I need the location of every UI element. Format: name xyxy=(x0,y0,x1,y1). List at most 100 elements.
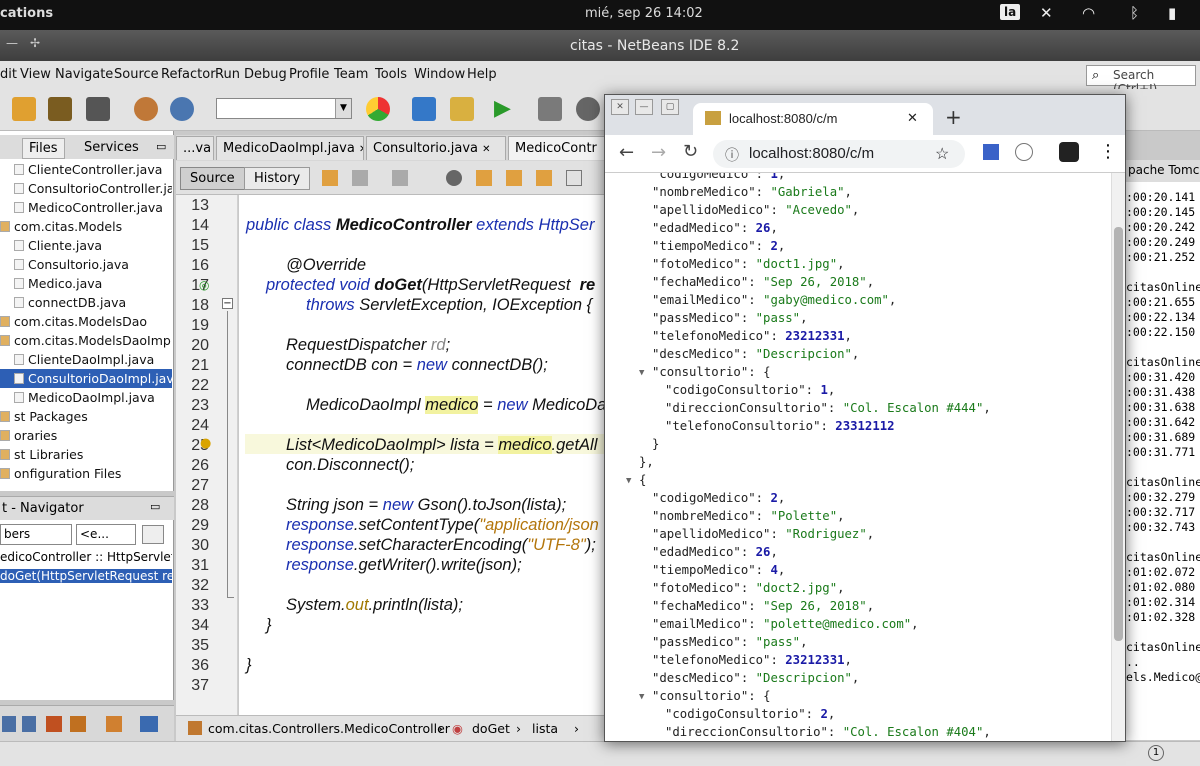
close-icon[interactable]: ✕ xyxy=(359,144,363,155)
menu-navigate[interactable]: Navigate xyxy=(55,67,113,82)
forward-icon[interactable]: → xyxy=(651,142,666,163)
redo-icon[interactable] xyxy=(170,97,194,121)
tree-item[interactable]: com.citas.Models xyxy=(0,217,172,236)
undo-icon[interactable] xyxy=(134,97,158,121)
tree-item[interactable]: MedicoDaoImpl.java xyxy=(0,388,172,407)
menu-run[interactable]: Run xyxy=(215,67,240,82)
tree-item[interactable]: Consultorio.java xyxy=(0,255,172,274)
override-marker-icon[interactable]: ◎ xyxy=(199,278,209,292)
address-bar[interactable]: ⓘ localhost:8080/c/m ☆ xyxy=(713,140,965,168)
keyboard-layout-indicator[interactable]: la xyxy=(1000,4,1021,20)
reload-icon[interactable]: ↻ xyxy=(683,141,698,162)
menu-team[interactable]: Team xyxy=(334,67,368,82)
find-previous-icon[interactable] xyxy=(476,170,492,186)
scrollbar-thumb[interactable] xyxy=(1114,227,1123,641)
minimize-icon[interactable]: ▭ xyxy=(150,138,172,155)
tree-item[interactable]: com.citas.ModelsDao xyxy=(0,312,172,331)
window-maximize-icon[interactable]: ▢ xyxy=(661,99,679,115)
editor-tab-medicodaoimpl[interactable]: MedicoDaoImpl.java ✕ xyxy=(216,136,364,160)
tree-item[interactable]: ConsultorioDaoImpl.java xyxy=(0,369,172,388)
profile-icon[interactable] xyxy=(576,97,600,121)
back-icon[interactable]: ← xyxy=(619,142,634,163)
collapse-toggle-icon[interactable]: ▼ xyxy=(639,692,644,702)
last-edit-icon[interactable] xyxy=(322,170,338,186)
extension-icon[interactable] xyxy=(1015,143,1033,161)
editor-tab[interactable]: ...va xyxy=(176,136,214,160)
collapse-toggle-icon[interactable]: ▼ xyxy=(639,368,644,378)
minimize-icon[interactable]: ▭ xyxy=(150,500,160,513)
navigator-options-icon[interactable] xyxy=(142,525,164,544)
breadcrumb-class[interactable]: com.citas.Controllers.MedicoController xyxy=(208,721,450,736)
new-tab-icon[interactable]: + xyxy=(945,105,962,129)
navigator-class-item[interactable]: edicoController :: HttpServlet xyxy=(0,550,172,564)
output-tab[interactable]: pache Tomca xyxy=(1124,160,1200,182)
notifications-off-icon[interactable]: ✕ xyxy=(1040,4,1053,22)
browser-tab[interactable]: localhost:8080/c/m ✕ xyxy=(693,103,933,135)
navigator-method-item[interactable]: doGet(HttpServletRequest req xyxy=(0,569,172,583)
window-close-icon[interactable]: ✕ xyxy=(611,99,629,115)
window-minimize-icon[interactable]: — xyxy=(635,99,653,115)
services-icon[interactable] xyxy=(106,716,122,732)
configuration-combo[interactable]: ▼ xyxy=(216,98,352,119)
tree-item[interactable]: MedicoController.java xyxy=(0,198,172,217)
menu-refactor[interactable]: Refactor xyxy=(161,67,216,82)
search-input[interactable]: Search (Ctrl+I) xyxy=(1086,65,1196,96)
menu-debug[interactable]: Debug xyxy=(244,67,287,82)
collapse-toggle-icon[interactable]: ▼ xyxy=(626,476,631,486)
tree-item[interactable]: ClienteController.java xyxy=(0,160,172,179)
run-icon[interactable]: ▶ xyxy=(494,97,518,121)
window-close-icon[interactable]: — xyxy=(6,36,18,50)
hint-bulb-icon[interactable]: ● xyxy=(200,436,211,451)
tree-item[interactable]: ClienteDaoImpl.java xyxy=(0,350,172,369)
clock[interactable]: mié, sep 26 14:02 xyxy=(585,6,703,21)
debug-icon[interactable] xyxy=(538,97,562,121)
breadcrumb-method[interactable]: doGet xyxy=(472,721,510,736)
find-next-icon[interactable] xyxy=(506,170,522,186)
editor-tab-medicocontroller[interactable]: MedicoContr xyxy=(508,136,606,160)
more-menu-icon[interactable]: ⋮ xyxy=(1099,141,1117,162)
tree-item[interactable]: connectDB.java xyxy=(0,293,172,312)
menu-help[interactable]: Help xyxy=(467,67,497,82)
extension-cube-icon[interactable] xyxy=(983,144,999,160)
battery-icon[interactable]: ▮ xyxy=(1168,4,1176,22)
fold-toggle-icon[interactable]: − xyxy=(222,298,233,309)
new-project-icon[interactable] xyxy=(12,97,36,121)
history-button[interactable]: History xyxy=(244,167,311,190)
menu-profile[interactable]: Profile xyxy=(289,67,329,82)
chrome-browser-icon[interactable] xyxy=(366,97,390,121)
window-resize-icon[interactable]: ✢ xyxy=(30,36,40,50)
bluetooth-icon[interactable]: ᛒ xyxy=(1130,4,1139,22)
window-icon[interactable] xyxy=(22,716,36,732)
tree-item[interactable]: ConsultorioController.java xyxy=(0,179,172,198)
scrollbar[interactable] xyxy=(1111,173,1125,741)
json-viewer[interactable]: "codigoMedico": 1, "nombreMedico": "Gabri… xyxy=(605,173,1111,741)
menu-view[interactable]: View xyxy=(20,67,51,82)
back-icon[interactable] xyxy=(352,170,368,186)
editor-tab-consultorio[interactable]: Consultorio.java ✕ xyxy=(366,136,506,160)
toggle-highlight-icon[interactable] xyxy=(536,170,552,186)
close-icon[interactable]: ✕ xyxy=(907,110,918,126)
avatar[interactable] xyxy=(1059,142,1079,162)
breadcrumb-variable[interactable]: lista xyxy=(532,721,558,736)
window-icon[interactable] xyxy=(2,716,16,732)
tree-item[interactable]: com.citas.ModelsDaoImpl xyxy=(0,331,172,350)
menu-edit[interactable]: dit xyxy=(0,67,17,82)
tree-item[interactable]: Cliente.java xyxy=(0,236,172,255)
save-all-icon[interactable] xyxy=(86,97,110,121)
output-icon[interactable] xyxy=(70,716,86,732)
tab-services[interactable]: Services xyxy=(78,138,145,157)
clean-build-icon[interactable] xyxy=(450,97,474,121)
menu-tools[interactable]: Tools xyxy=(375,67,407,82)
source-button[interactable]: Source xyxy=(180,167,245,190)
tree-item[interactable]: st Libraries xyxy=(0,445,172,464)
tree-item[interactable]: oraries xyxy=(0,426,172,445)
tree-item[interactable]: onfiguration Files xyxy=(0,464,172,483)
build-hammer-icon[interactable] xyxy=(412,97,436,121)
forward-icon[interactable] xyxy=(392,170,408,186)
find-icon[interactable] xyxy=(446,170,462,186)
notifications-icon[interactable]: 1 xyxy=(1148,745,1164,761)
applications-menu[interactable]: cations xyxy=(0,6,53,21)
bookmark-star-icon[interactable]: ☆ xyxy=(935,144,949,164)
menu-source[interactable]: Source xyxy=(114,67,159,82)
tree-item[interactable]: st Packages xyxy=(0,407,172,426)
